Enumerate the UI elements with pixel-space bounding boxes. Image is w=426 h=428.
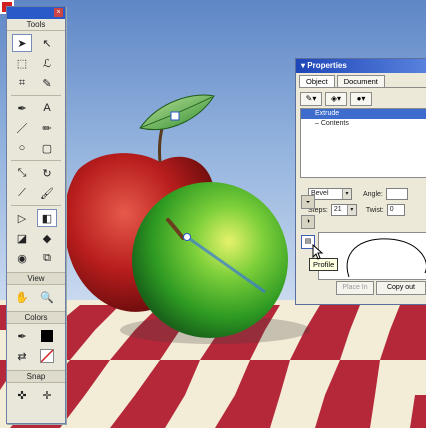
snap-to-object-icon[interactable]: ✛: [37, 386, 57, 404]
paint-bucket-icon[interactable]: ◆: [37, 229, 57, 247]
close-icon[interactable]: ×: [54, 8, 63, 17]
pencil-icon[interactable]: ✏: [37, 119, 57, 137]
properties-title: Properties: [307, 61, 347, 70]
tree-item-extrude[interactable]: Extrude: [301, 109, 426, 119]
tools-caption: Tools: [7, 19, 65, 31]
colors-section-label: Colors: [7, 311, 65, 324]
snap-to-grid-icon[interactable]: ✜: [12, 386, 32, 404]
angle-field[interactable]: [385, 188, 408, 200]
no-color-icon[interactable]: [37, 347, 57, 365]
effects-menu-icon[interactable]: ●▾: [350, 92, 372, 106]
swap-colors-icon[interactable]: ⇄: [12, 347, 32, 365]
lathe-tool-icon[interactable]: ◧: [37, 209, 57, 227]
properties-toolbar: ✎▾ ◈▾ ●▾: [300, 92, 426, 106]
hand-icon[interactable]: ✋: [12, 288, 32, 306]
twist-label: Twist:: [365, 206, 384, 214]
zoom-icon[interactable]: 🔍: [37, 288, 57, 306]
tool-grid: ➤ ↖ ⬚ ℒ ⌗ ✎: [7, 31, 65, 95]
chevron-down-icon: ▾: [346, 205, 356, 215]
tools-palette: × Tools ➤ ↖ ⬚ ℒ ⌗ ✎ ✒ A ／ ✏ ○ ▢ ⤡ ↻ ⟋ 🖌: [6, 6, 66, 424]
copy-out-button[interactable]: Copy out: [376, 281, 426, 295]
fill-menu-icon[interactable]: ◈▾: [325, 92, 347, 106]
tools-title-bar[interactable]: ×: [7, 7, 65, 19]
lasso-icon[interactable]: ℒ: [37, 54, 57, 72]
stroke-color-icon[interactable]: ✒: [12, 327, 32, 345]
profile-curve: [346, 238, 426, 278]
brush-icon[interactable]: 🖌: [37, 184, 57, 202]
bevel-icon[interactable]: ◒: [301, 195, 315, 209]
green-apple[interactable]: [132, 182, 288, 338]
angle-label: Angle:: [363, 190, 383, 198]
canvas-stage[interactable]: × Tools ➤ ↖ ⬚ ℒ ⌗ ✎ ✒ A ／ ✏ ○ ▢ ⤡ ↻ ⟋ 🖌: [0, 0, 426, 428]
scale-tool-icon[interactable]: ⤡: [12, 164, 32, 182]
text-tool-icon[interactable]: A: [37, 99, 57, 117]
place-in-button[interactable]: Place In: [336, 281, 374, 295]
eyedropper-icon[interactable]: ✎: [37, 74, 57, 92]
leaf-shape[interactable]: [139, 94, 215, 130]
view-section-label: View: [7, 272, 65, 285]
group-tool-icon[interactable]: ⧉: [37, 249, 57, 267]
selection-arrow-icon[interactable]: ➤: [12, 34, 32, 52]
properties-title-bar[interactable]: ▾ Properties: [296, 59, 426, 73]
fill-color-swatch[interactable]: [37, 327, 57, 345]
properties-tabs: Object Document: [299, 75, 426, 88]
tab-document[interactable]: Document: [336, 75, 385, 87]
line-tool-icon[interactable]: ／: [12, 119, 32, 137]
light-tool-icon[interactable]: ◉: [12, 249, 32, 267]
snap-section-label: Snap: [7, 370, 65, 383]
rotate-tool-icon[interactable]: ↻: [37, 164, 57, 182]
object-tree: Extrude – Contents: [300, 108, 426, 178]
twist-icon[interactable]: ◑: [301, 215, 315, 229]
crop-icon[interactable]: ⌗: [12, 74, 32, 92]
marquee-icon[interactable]: ⬚: [12, 54, 32, 72]
steps-field[interactable]: 21 ▾: [330, 204, 357, 216]
rectangle-tool-icon[interactable]: ▢: [37, 139, 57, 157]
tree-item-contents[interactable]: – Contents: [301, 119, 426, 129]
extrude-tool-icon[interactable]: ▷: [12, 209, 32, 227]
pen-icon[interactable]: ✒: [12, 99, 32, 117]
pen-menu-icon[interactable]: ✎▾: [300, 92, 322, 106]
tab-object[interactable]: Object: [299, 75, 335, 87]
chevron-down-icon: ▾: [342, 189, 351, 199]
mouse-cursor-icon: [312, 244, 324, 260]
distort-tool-icon[interactable]: ◪: [12, 229, 32, 247]
subselect-arrow-icon[interactable]: ↖: [37, 34, 57, 52]
profile-preview[interactable]: [318, 232, 426, 280]
twist-field[interactable]: 0: [386, 204, 405, 216]
ellipse-tool-icon[interactable]: ○: [12, 139, 32, 157]
knife-icon[interactable]: ⟋: [12, 184, 32, 202]
